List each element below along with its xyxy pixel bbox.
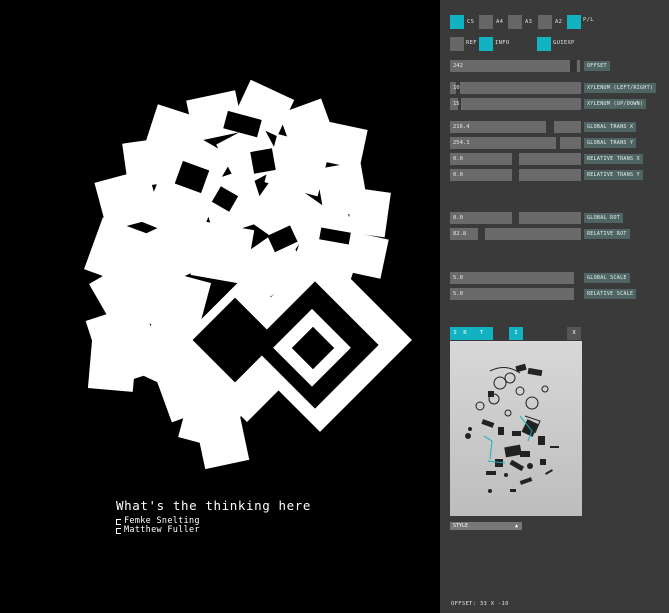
bracket-icon [116,527,121,534]
xylenum-ud-label: XYLENUM (UP/DOWN) [584,99,647,109]
relative-scale-label: RELATIVE SCALE [584,289,637,299]
relative-scale-slider[interactable] [450,288,574,300]
toggle-cs[interactable] [450,15,464,29]
relative-trans-x-label: RELATIVE TRANS X [584,154,643,164]
toggle-ref[interactable] [450,37,464,51]
bracket-icon [116,518,121,525]
tab-i[interactable]: I [509,327,523,340]
relative-rot-value: 82.8 [453,231,467,237]
offset-value: 242 [453,63,463,69]
global-rot-label: GLOBAL ROT [584,213,624,223]
tab-t[interactable]: T [470,327,493,340]
toggle-label: A3 [525,19,533,25]
offset-readout: OFFSET: 33 X -10 [451,601,509,607]
disassembled-objects-photo [450,341,582,516]
xylenum-lr-value: 10 [453,85,460,91]
toggle-label: INFO [495,40,510,46]
offset-slider[interactable] [450,60,570,72]
style-label: STYLE [453,523,469,529]
close-button[interactable]: X [567,327,581,340]
global-trans-x-label: GLOBAL TRANS X [584,122,637,132]
toggle-guiexp[interactable] [537,37,551,51]
global-scale-value: 5.0 [453,275,463,281]
global-trans-y-label: GLOBAL TRANS Y [584,138,637,148]
artwork-canvas[interactable]: What's the thinking here Femke Snelting … [0,0,440,613]
toggle-label: A4 [496,19,504,25]
style-dropdown[interactable]: STYLE ▲ [450,522,522,530]
global-rot-value: 0.0 [453,215,463,221]
xylenum-ud-value: 15 [453,101,460,107]
tab-r[interactable]: R [460,327,470,340]
offset-label: OFFSET [584,61,610,71]
toggle-label: GUIEXP [553,40,575,46]
caption-author-2: Matthew Fuller [116,526,311,535]
author-name: Matthew Fuller [124,525,200,535]
relative-rot-label: RELATIVE ROT [584,229,630,239]
toggle-label: A2 [555,19,563,25]
chevron-up-icon: ▲ [514,523,518,529]
relative-trans-y-value: 0.0 [453,172,463,178]
toggle-a4[interactable] [479,15,493,29]
artwork-caption: What's the thinking here Femke Snelting … [116,498,311,535]
toggle-label: CS [467,19,475,25]
xylenum-lr-label: XYLENUM (LEFT/RIGHT) [584,83,657,93]
tab-s[interactable]: S [450,327,460,340]
caption-title: What's the thinking here [116,498,312,513]
relative-trans-x-value: 0.0 [453,156,463,162]
toggle-label: P/L [583,17,594,23]
toggle-a3[interactable] [508,15,522,29]
toggle-pl[interactable] [567,15,581,29]
global-scale-slider[interactable] [450,272,574,284]
toggle-label: REF [466,40,477,46]
toggle-a2[interactable] [538,15,552,29]
global-trans-x-value: 216.4 [453,124,470,130]
relative-scale-value: 5.0 [453,291,463,297]
relative-trans-y-label: RELATIVE TRANS Y [584,170,643,180]
toggle-info[interactable] [479,37,493,51]
global-scale-label: GLOBAL SCALE [584,273,630,283]
reference-image [450,341,582,516]
global-trans-y-value: 254.1 [453,140,470,146]
